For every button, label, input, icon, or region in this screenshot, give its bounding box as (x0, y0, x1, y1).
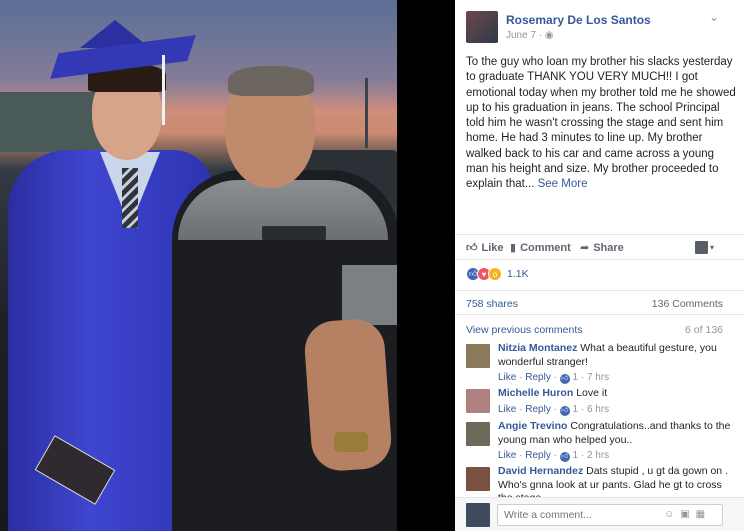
comment-time[interactable]: 6 hrs (587, 404, 609, 415)
commenter-avatar[interactable] (466, 422, 490, 446)
comment-like-count[interactable]: 1 (573, 372, 579, 383)
photo-letterbox (397, 0, 455, 531)
comment-reply-link[interactable]: Reply (525, 404, 551, 415)
comment-like-count[interactable]: 1 (573, 404, 579, 415)
comment-like-count[interactable]: 1 (573, 450, 579, 461)
post-meta: June 7 · ◉ (506, 30, 554, 41)
commenter-name[interactable]: Michelle Huron (498, 387, 573, 399)
comment-like-link[interactable]: Like (498, 404, 516, 415)
react-as-selector[interactable]: ▾ (695, 239, 717, 255)
comment-button[interactable]: ▮ Comment (510, 241, 571, 255)
emoji-icon[interactable]: ☺ (664, 509, 674, 520)
viewer-avatar (466, 503, 490, 527)
like-badge-icon: 👍︎ (559, 405, 570, 416)
view-previous-comments[interactable]: View previous comments (466, 324, 583, 336)
speech-bubble-icon: ▮ (510, 242, 517, 254)
comment-time[interactable]: 7 hrs (587, 372, 609, 383)
wow-reaction-icon: o (488, 267, 502, 281)
author-name[interactable]: Rosemary De Los Santos (506, 13, 651, 27)
commenter-avatar[interactable] (466, 344, 490, 368)
comment-reply-link[interactable]: Reply (525, 450, 551, 461)
see-more-link[interactable]: See More (538, 178, 588, 190)
globe-icon: ◉ (544, 30, 554, 41)
cap-tassel (162, 55, 165, 125)
commenter-name[interactable]: Angie Trevino (498, 420, 567, 432)
striped-tie (122, 168, 138, 228)
gif-icon[interactable]: ▦ (696, 509, 705, 520)
man-hair (228, 66, 314, 96)
street-lamp (365, 78, 368, 148)
comment-body: Angie Trevino Congratulations..and thank… (498, 420, 734, 463)
shirt-sleeve (342, 265, 397, 325)
share-arrow-icon: ➦ (580, 242, 590, 254)
shares-count[interactable]: 758 shares (466, 298, 518, 310)
comment-like-link[interactable]: Like (498, 450, 516, 461)
mini-avatar (695, 240, 708, 254)
camera-icon[interactable]: ▣ (680, 509, 689, 520)
comment-body: Nitzia Montanez What a beautiful gesture… (498, 342, 734, 385)
author-avatar[interactable] (466, 11, 498, 43)
share-label: Share (593, 241, 624, 254)
commenter-name[interactable]: David Hernandez (498, 465, 583, 477)
comment-body: David Hernandez Dats stupid , u gt da go… (498, 465, 734, 497)
chevron-down-icon[interactable]: ⌄ (709, 10, 719, 24)
like-label: Like (481, 241, 504, 254)
commenter-avatar[interactable] (466, 467, 490, 491)
comment-time[interactable]: 2 hrs (587, 450, 609, 461)
post-body: To the guy who loan my brother his slack… (466, 55, 736, 193)
comment-item: David Hernandez Dats stupid , u gt da go… (466, 465, 736, 497)
caret-down-icon: ▾ (710, 242, 715, 252)
comment-like-link[interactable]: Like (498, 372, 516, 383)
post-text: To the guy who loan my brother his slack… (466, 56, 736, 191)
share-button[interactable]: ➦ Share (580, 241, 624, 255)
post-date[interactable]: June 7 (506, 30, 536, 41)
commenter-avatar[interactable] (466, 389, 490, 413)
comment-label: Comment (520, 241, 571, 254)
like-badge-icon: 👍︎ (559, 452, 570, 462)
comment-actions: Like · Reply · 👍︎ 1 · 7 hrs (498, 372, 610, 384)
comment-actions: Like · Reply · 👍︎ 1 · 6 hrs (498, 403, 610, 416)
post-photo[interactable] (0, 0, 455, 531)
like-badge-icon: 👍︎ (559, 374, 570, 384)
reaction-summary[interactable]: 👍︎ ♥ o 1.1K (466, 267, 529, 281)
commenter-name[interactable]: Nitzia Montanez (498, 342, 577, 354)
engagement-counts: 758 shares 136 Comments (455, 290, 744, 315)
comment-body: Michelle Huron Love it Like · Reply · 👍︎… (498, 387, 734, 416)
comment-reply-link[interactable]: Reply (525, 372, 551, 383)
thumbs-up-icon: 👍︎ (466, 242, 478, 254)
like-button[interactable]: 👍︎ Like (466, 241, 504, 255)
comment-tools: ☺ ▣ ▦ (664, 509, 705, 520)
comment-actions: Like · Reply · 👍︎ 1 · 2 hrs (498, 450, 610, 462)
comment-text: Love it (576, 387, 608, 399)
post-side-panel: Rosemary De Los Santos June 7 · ◉ ⌄ To t… (455, 0, 744, 531)
write-comment-bar: ☺ ▣ ▦ (455, 497, 744, 531)
comments-count[interactable]: 136 Comments (652, 298, 723, 310)
reaction-count[interactable]: 1.1K (507, 268, 529, 280)
comments-position: 6 of 136 (685, 324, 723, 336)
action-bar: 👍︎ Like ▮ Comment ➦ Share ▾ (455, 234, 744, 260)
wristwatch (334, 432, 368, 452)
shirt-logo-patch (262, 226, 326, 240)
